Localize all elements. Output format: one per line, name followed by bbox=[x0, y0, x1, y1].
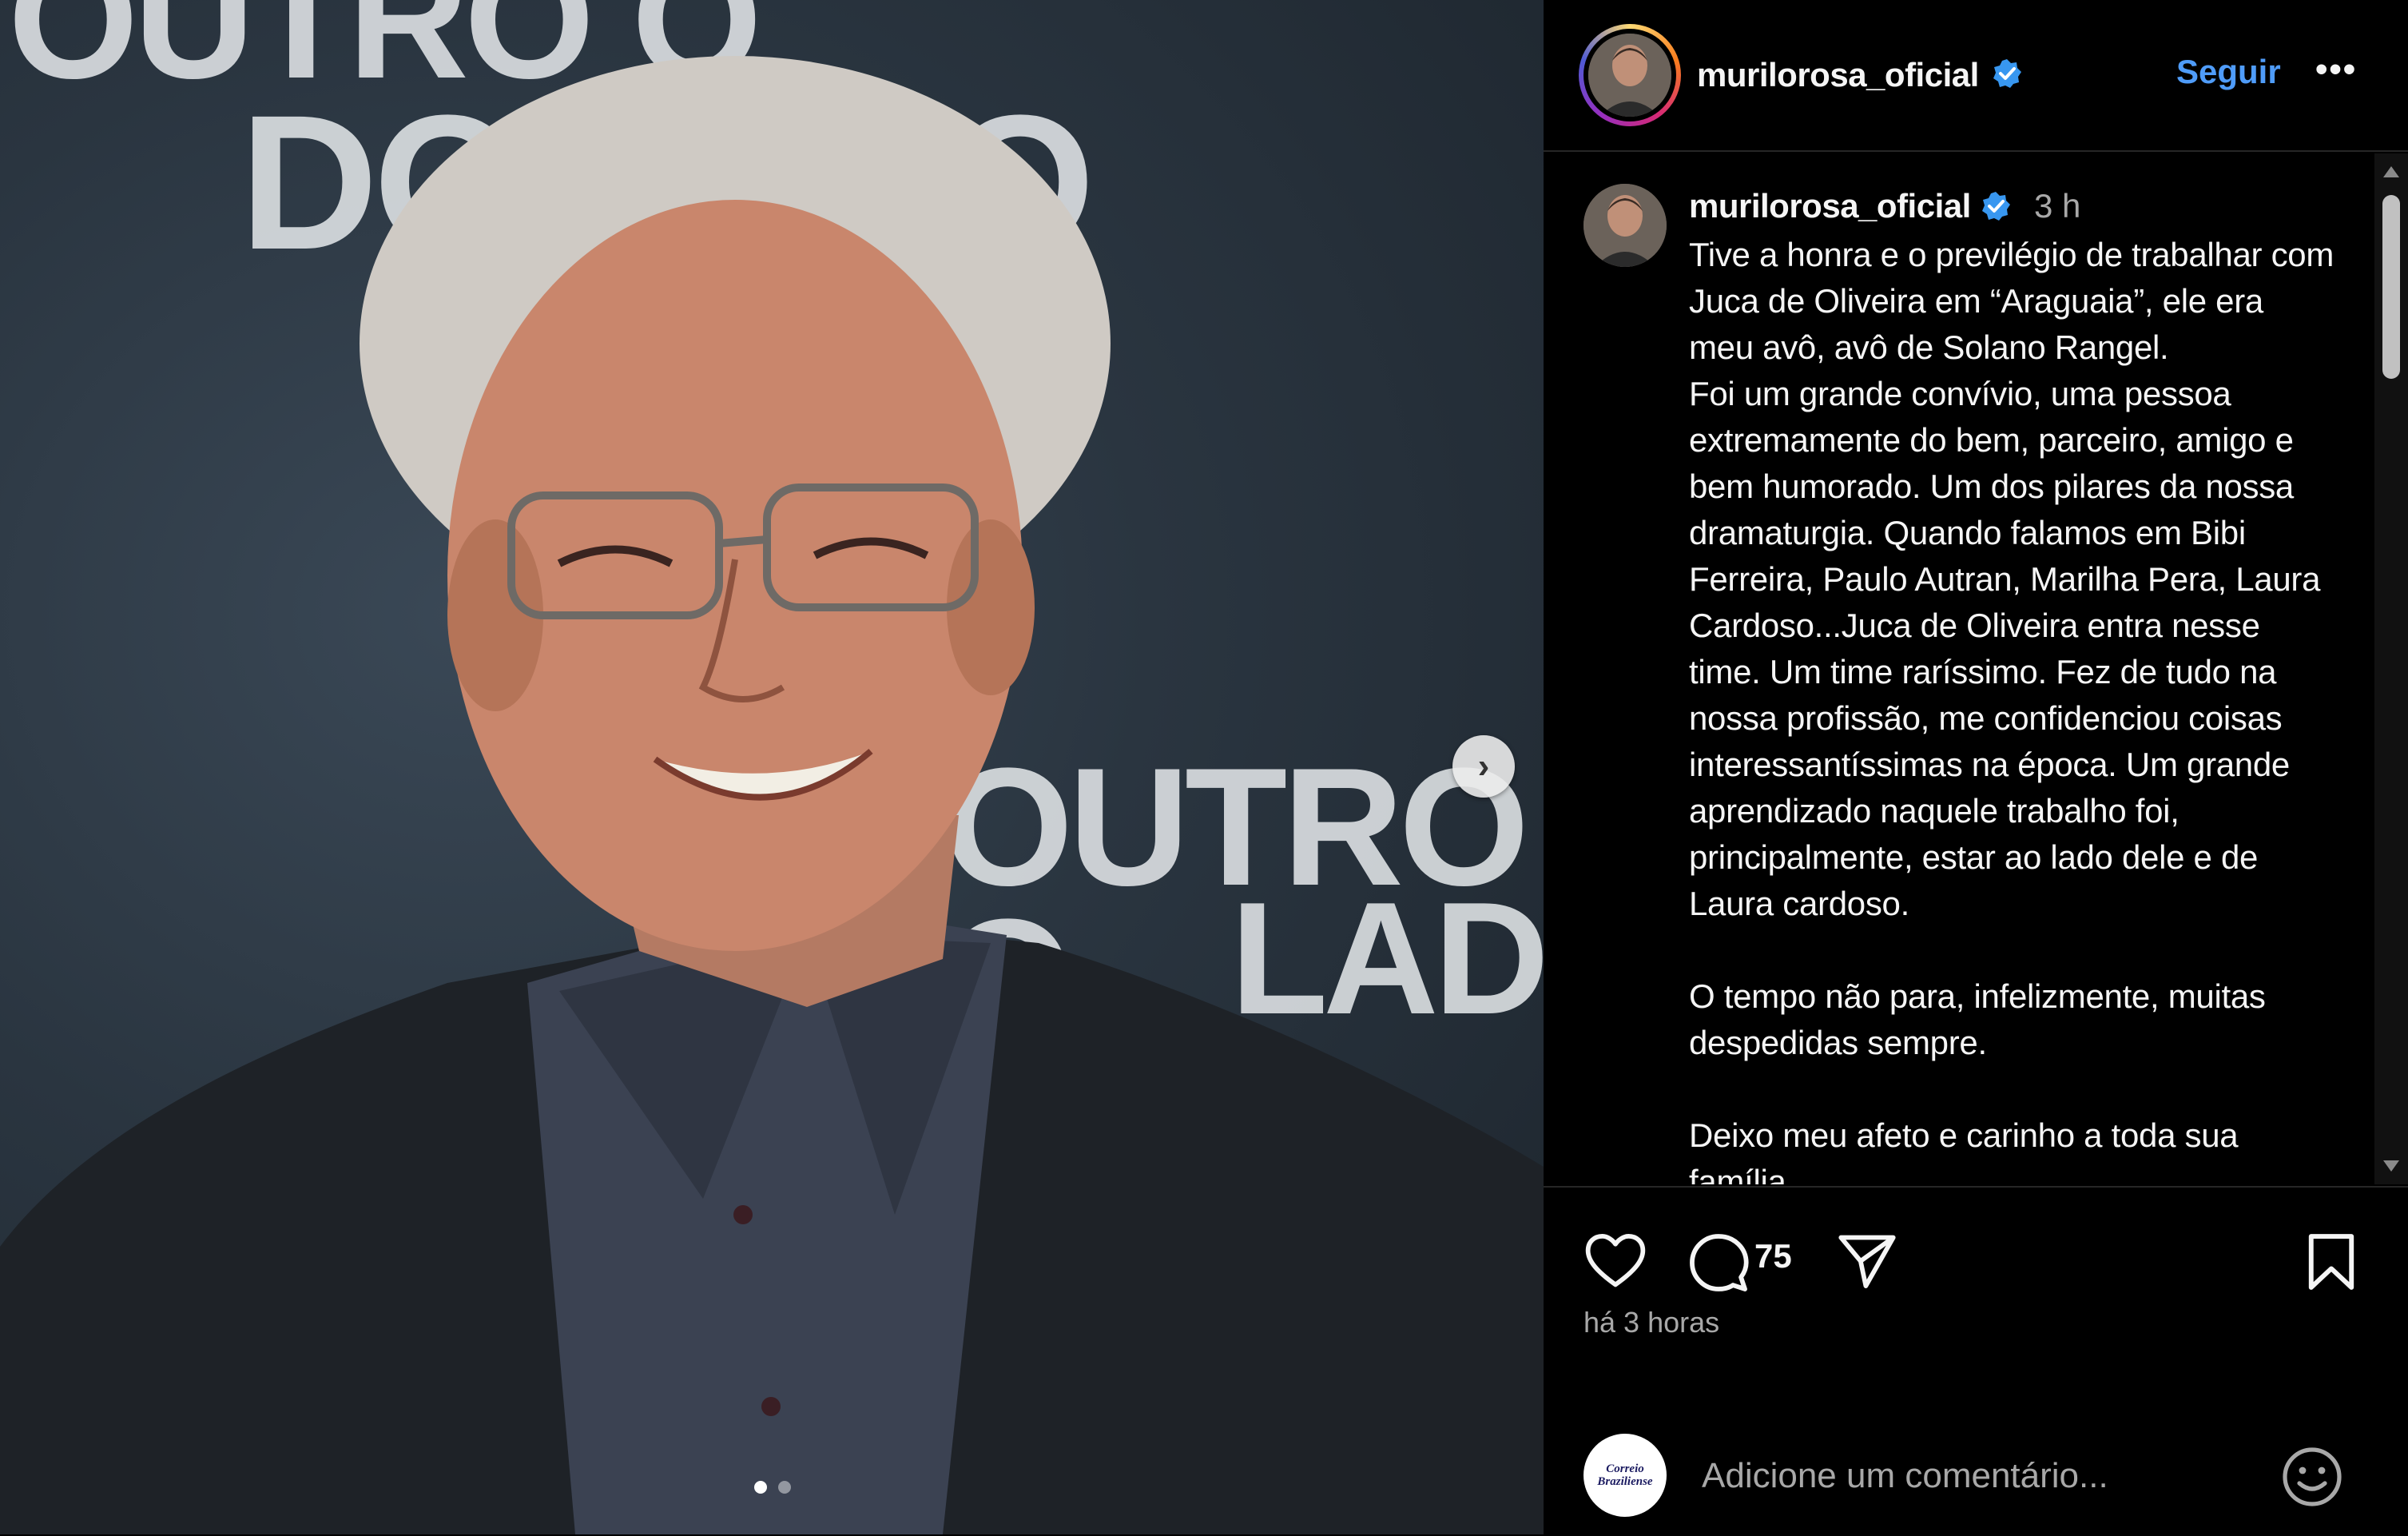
more-options-icon[interactable]: ••• bbox=[2315, 50, 2357, 90]
scroll-down-arrow-icon[interactable] bbox=[2383, 1160, 2399, 1172]
scroll-thumb[interactable] bbox=[2382, 195, 2400, 379]
chevron-right-icon: › bbox=[1477, 746, 1490, 786]
heart-icon[interactable] bbox=[1583, 1232, 1647, 1290]
caption-avatar[interactable] bbox=[1583, 184, 1667, 267]
commenter-avatar-logo: Correio Braziliense bbox=[1583, 1434, 1667, 1517]
emoji-icon[interactable] bbox=[2280, 1445, 2344, 1509]
header-username[interactable]: murilorosa_oficial bbox=[1697, 56, 1979, 94]
follow-button[interactable]: Seguir bbox=[2176, 53, 2281, 91]
verified-icon bbox=[1993, 59, 2021, 88]
carousel-dot-active bbox=[754, 1481, 767, 1494]
scroll-up-arrow-icon[interactable] bbox=[2383, 166, 2399, 177]
caption-scrollbar[interactable] bbox=[2374, 153, 2408, 1184]
post-time-ago: há 3 horas bbox=[1583, 1306, 1720, 1339]
caption-username[interactable]: murilorosa_oficial bbox=[1689, 187, 1971, 225]
caption-text: Tive a honra e o previlégio de trabalhar… bbox=[1689, 236, 2334, 1184]
add-comment-row: Correio Braziliense bbox=[1544, 1403, 2408, 1536]
person-photo bbox=[0, 56, 1544, 1534]
comment-input[interactable] bbox=[1700, 1451, 2279, 1501]
comment-count: 75 bbox=[1754, 1237, 1792, 1275]
story-ring-avatar[interactable] bbox=[1579, 24, 1681, 126]
avatar bbox=[1588, 34, 1671, 117]
post-side-panel: murilorosa_oficial Seguir ••• murilorosa… bbox=[1544, 0, 2408, 1534]
caption-timestamp: 3 h bbox=[2034, 187, 2081, 225]
caption-section: murilorosa_oficial 3 h Tive a honra e o … bbox=[1544, 153, 2374, 1184]
post-header: murilorosa_oficial Seguir ••• bbox=[1544, 0, 2408, 152]
post-media[interactable]: OUTRO O DO LADO OUTRO O LADO › bbox=[0, 0, 1544, 1534]
comment-icon[interactable] bbox=[1687, 1232, 1750, 1293]
carousel-dot bbox=[778, 1481, 791, 1494]
share-icon[interactable] bbox=[1836, 1232, 1898, 1290]
carousel-dots bbox=[754, 1481, 791, 1494]
verified-icon bbox=[1982, 192, 2010, 221]
bookmark-icon[interactable] bbox=[2306, 1232, 2357, 1291]
post-actions: 75 há 3 horas Correio Braziliense bbox=[1544, 1186, 2408, 1534]
carousel-next-button[interactable]: › bbox=[1452, 735, 1515, 798]
